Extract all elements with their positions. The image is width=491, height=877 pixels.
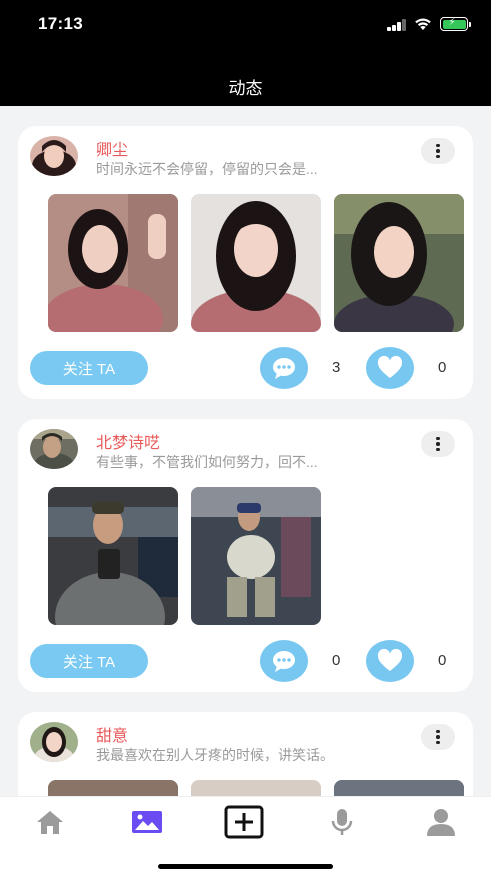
home-indicator (158, 864, 333, 869)
tab-add-post[interactable] (224, 805, 264, 839)
post-photos (48, 780, 473, 796)
avatar[interactable] (30, 429, 78, 469)
cellular-signal-icon (387, 19, 407, 31)
comment-icon (273, 651, 295, 672)
comment-count: 3 (332, 359, 341, 376)
post-text: 有些事，不管我们如何努力，回不... (96, 454, 318, 470)
post-author-name[interactable]: 甜意 (96, 722, 128, 746)
comment-count: 0 (332, 652, 341, 669)
like-count: 0 (438, 652, 447, 669)
post-photo[interactable] (334, 194, 464, 332)
tab-moments[interactable] (127, 807, 167, 837)
tab-voice[interactable] (322, 807, 362, 837)
post-photo[interactable] (48, 487, 178, 625)
comment-button[interactable] (260, 640, 308, 682)
microphone-icon (331, 809, 353, 835)
tab-home[interactable] (30, 807, 70, 837)
status-and-header-bar: 17:13 动态 (0, 0, 491, 106)
more-options-button[interactable] (421, 724, 455, 750)
like-button[interactable] (366, 640, 414, 682)
comment-icon (273, 358, 295, 379)
avatar[interactable] (30, 722, 78, 762)
post-photo[interactable] (191, 780, 321, 796)
like-button[interactable] (366, 347, 414, 389)
wifi-icon (415, 18, 431, 30)
post-card: 甜意 我最喜欢在别人牙疼的时候，讲笑话。 (18, 712, 473, 796)
status-time: 17:13 (38, 14, 83, 33)
post-photo[interactable] (334, 780, 464, 796)
moments-feed[interactable]: 卿尘 时间永远不会停留，停留的只会是... 关注 TA 3 0 北梦诗呓 有些事… (0, 106, 491, 796)
post-text: 时间永远不会停留，停留的只会是... (96, 161, 318, 177)
post-photos (48, 194, 473, 332)
page-title: 动态 (228, 79, 263, 98)
post-photos (48, 487, 473, 625)
post-photo[interactable] (48, 194, 178, 332)
post-text: 我最喜欢在别人牙疼的时候，讲笑话。 (96, 747, 334, 763)
battery-icon (440, 17, 471, 31)
more-options-button[interactable] (421, 431, 455, 457)
avatar[interactable] (30, 136, 78, 176)
like-count: 0 (438, 359, 447, 376)
post-card: 卿尘 时间永远不会停留，停留的只会是... 关注 TA 3 0 (18, 126, 473, 399)
more-options-button[interactable] (421, 138, 455, 164)
post-photo[interactable] (191, 194, 321, 332)
follow-button[interactable]: 关注 TA (30, 351, 148, 385)
post-photo[interactable] (191, 487, 321, 625)
profile-icon (427, 809, 455, 836)
heart-icon (377, 355, 403, 378)
heart-icon (377, 648, 403, 671)
post-author-name[interactable]: 北梦诗呓 (96, 429, 160, 453)
home-icon (37, 811, 63, 834)
gallery-icon (132, 811, 162, 833)
add-post-icon (224, 805, 264, 839)
post-author-name[interactable]: 卿尘 (96, 136, 128, 160)
comment-button[interactable] (260, 347, 308, 389)
post-photo[interactable] (48, 780, 178, 796)
post-card: 北梦诗呓 有些事，不管我们如何努力，回不... 关注 TA 0 0 (18, 419, 473, 692)
follow-button[interactable]: 关注 TA (30, 644, 148, 678)
tab-profile[interactable] (421, 807, 461, 837)
